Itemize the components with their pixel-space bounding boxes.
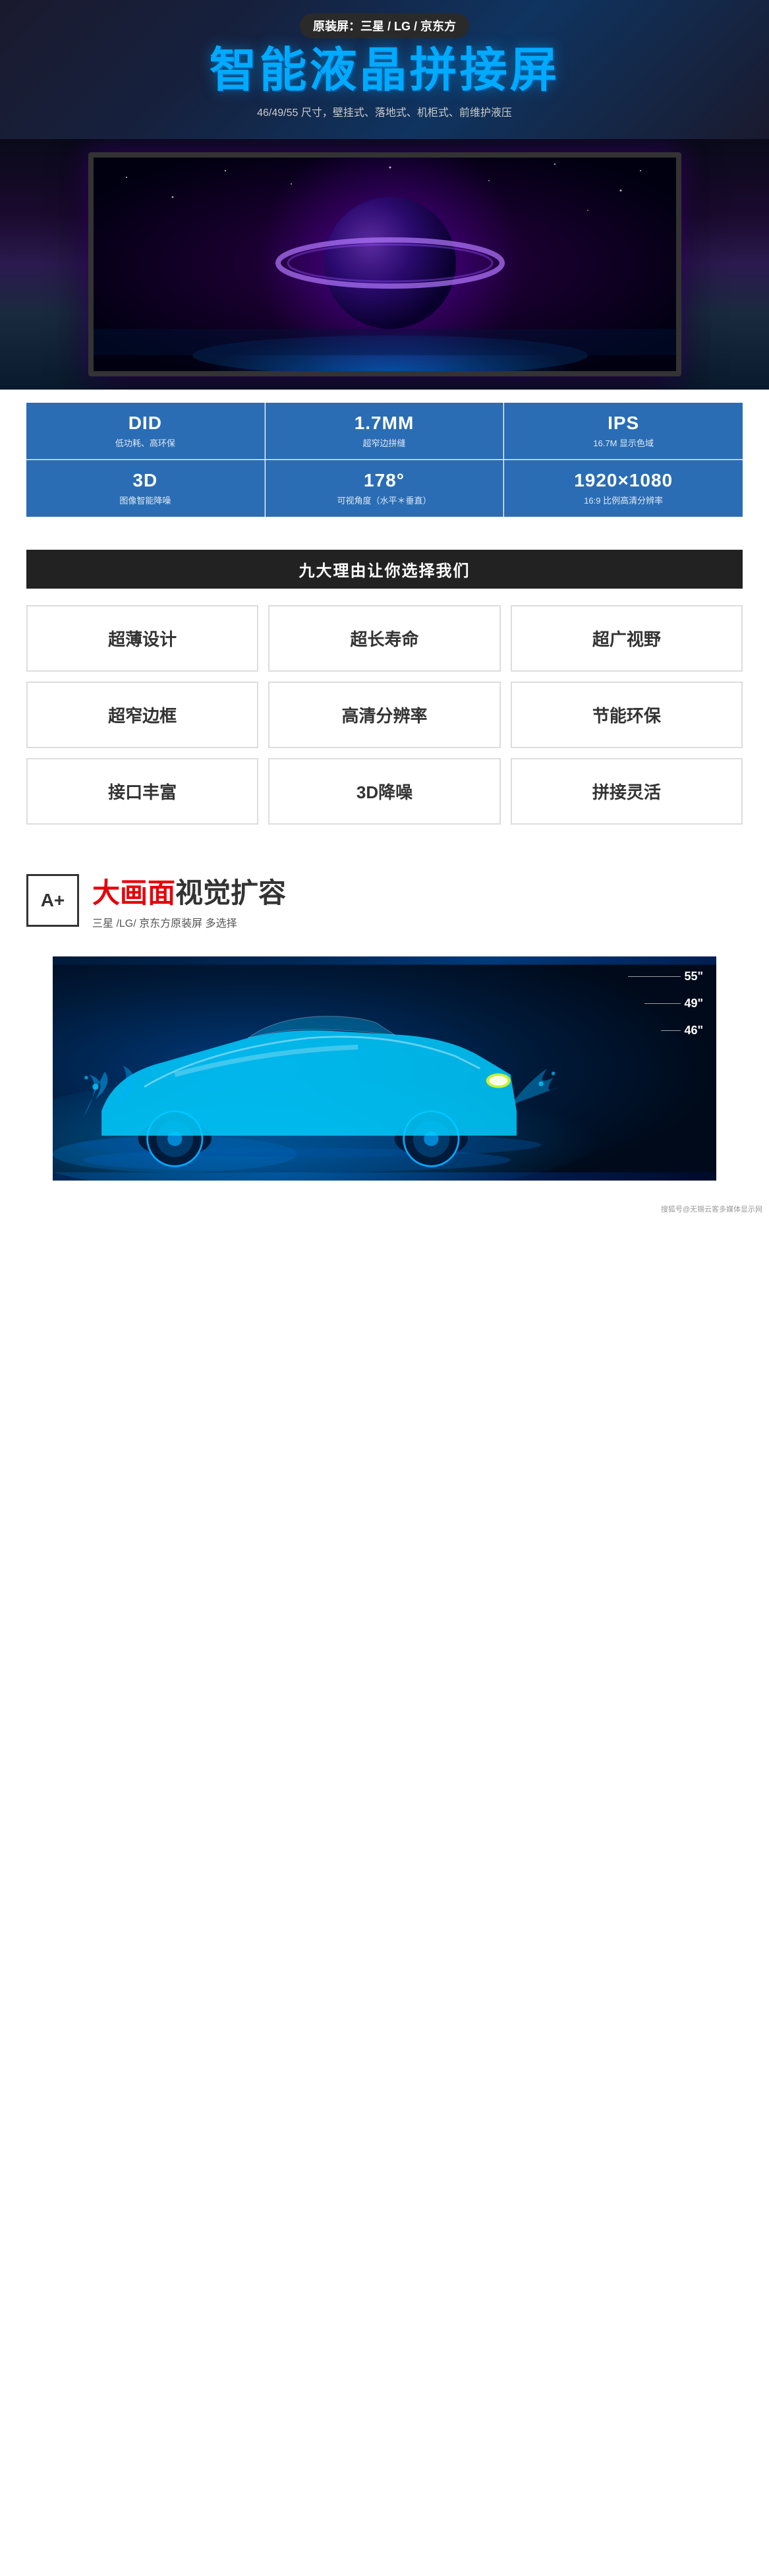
feature-cell-1: 超长寿命 (268, 605, 500, 672)
spec-cell-0: DID 低功耗、高环保 (26, 403, 265, 459)
watermark: 搜狐号@无锡云客多媒体显示网 (0, 1200, 769, 1217)
screen-sizes-container: 55" 49" 46" (628, 970, 703, 1051)
spec-cell-2: IPS 16.7M 显示色域 (504, 403, 743, 459)
spec-cell-5: 1920×1080 16:9 比例高清分辨率 (504, 460, 743, 517)
section-title-bar: 九大理由让你选择我们 (26, 550, 743, 589)
features-grid: 超薄设计 超长寿命 超广视野 超窄边框 高清分辨率 节能环保 接口丰富 3D降噪… (26, 605, 743, 825)
spec-sub-0: 低功耗、高环保 (40, 436, 251, 449)
spec-sub-5: 16:9 比例高清分辨率 (517, 494, 729, 506)
main-title: 智能液晶拼接屏 (26, 45, 743, 97)
feature-cell-2: 超广视野 (511, 605, 743, 672)
aplus-desc: 三星 /LG/ 京东方原装屏 多选择 (92, 914, 286, 930)
spec-sub-3: 图像智能降噪 (40, 494, 251, 506)
size-label-49: 49" (684, 997, 703, 1010)
feature-cell-3: 超窄边框 (26, 682, 258, 748)
aplus-section: A+ 大画面视觉扩容 三星 /LG/ 京东方原装屏 多选择 (0, 844, 769, 956)
aplus-headline-part1: 大画面 (92, 877, 175, 908)
brand-label: 原装屏：三星 / LG / 京东方 (313, 20, 456, 33)
aplus-badge: A+ (26, 874, 79, 927)
feature-cell-7: 3D降噪 (268, 758, 500, 825)
spec-sub-4: 可视角度（水平＊垂直） (279, 494, 490, 506)
spec-main-5: 1920×1080 (517, 470, 729, 491)
spec-main-0: DID (40, 413, 251, 434)
size-tag-55: 55" (628, 970, 703, 983)
size-line-55 (628, 976, 681, 977)
spec-cell-1: 1.7MM 超窄边拼缝 (266, 403, 504, 459)
spec-cell-3: 3D 图像智能降噪 (26, 460, 265, 517)
space-background-svg (94, 158, 676, 371)
spec-sub-1: 超窄边拼缝 (279, 436, 490, 449)
spec-main-3: 3D (40, 470, 251, 491)
aplus-text-block: 大画面视觉扩容 三星 /LG/ 京东方原装屏 多选择 (92, 871, 286, 930)
feature-cell-6: 接口丰富 (26, 758, 258, 825)
spec-main-2: IPS (517, 413, 729, 434)
feature-cell-0: 超薄设计 (26, 605, 258, 672)
watermark-text: 搜狐号@无锡云客多媒体显示网 (661, 1206, 762, 1214)
specs-section: DID 低功耗、高环保 1.7MM 超窄边拼缝 IPS 16.7M 显示色域 3… (0, 390, 769, 530)
aplus-headline: 大画面视觉扩容 (92, 871, 286, 911)
car-section: 55" 49" 46" (53, 956, 716, 1181)
size-tag-46: 46" (628, 1024, 703, 1038)
display-frame (88, 152, 681, 376)
size-label-46: 46" (684, 1024, 703, 1038)
aplus-headline-part2: 视觉扩容 (175, 877, 286, 908)
hero-display (0, 139, 769, 390)
size-tag-49: 49" (628, 997, 703, 1010)
feature-cell-5: 节能环保 (511, 682, 743, 748)
sub-title: 46/49/55 尺寸，壁挂式、落地式、机柜式、前维护液压 (26, 103, 743, 119)
car-display-svg (53, 956, 716, 1181)
header-section: 原装屏：三星 / LG / 京东方 智能液晶拼接屏 46/49/55 尺寸，壁挂… (0, 0, 769, 139)
spec-cell-4: 178° 可视角度（水平＊垂直） (266, 460, 504, 517)
spec-sub-2: 16.7M 显示色域 (517, 436, 729, 449)
feature-cell-4: 高清分辨率 (268, 682, 500, 748)
car-section-wrapper: 55" 49" 46" (0, 956, 769, 1181)
spec-main-4: 178° (279, 470, 490, 491)
feature-cell-8: 拼接灵活 (511, 758, 743, 825)
size-line-46 (661, 1030, 681, 1031)
aplus-content: A+ 大画面视觉扩容 三星 /LG/ 京东方原装屏 多选择 (26, 871, 743, 930)
size-label-55: 55" (684, 970, 703, 983)
spec-main-1: 1.7MM (279, 413, 490, 434)
reasons-section: 九大理由让你选择我们 超薄设计 超长寿命 超广视野 超窄边框 高清分辨率 节能环… (0, 530, 769, 844)
size-line-49 (644, 1003, 681, 1004)
brand-badge: 原装屏：三星 / LG / 京东方 (300, 13, 469, 38)
